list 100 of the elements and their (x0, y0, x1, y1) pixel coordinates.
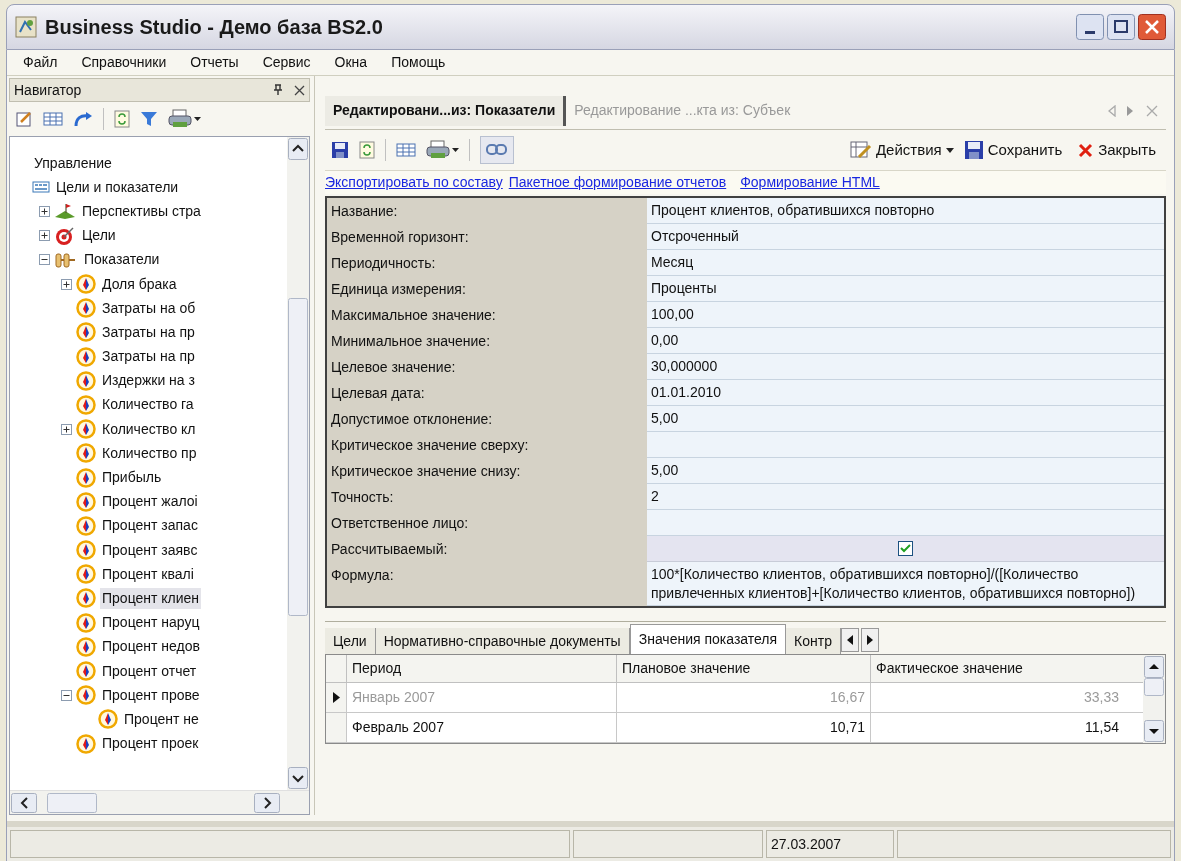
tab[interactable]: Контр (786, 628, 841, 654)
tree-item[interactable]: Доля брака (100, 273, 179, 295)
collapse-toggle[interactable] (60, 689, 72, 701)
link[interactable]: Экспортировать по составу (325, 172, 503, 193)
field-value[interactable]: 100,00 (647, 302, 1164, 328)
column-header[interactable]: Фактическое значение (870, 655, 1124, 682)
scroll-down-button[interactable] (1144, 720, 1164, 742)
save-icon[interactable] (963, 140, 984, 160)
tree-item[interactable]: Процент недов (100, 636, 202, 658)
tab[interactable]: Цели (325, 628, 376, 654)
refresh-icon[interactable] (359, 141, 375, 159)
scroll-right-button[interactable] (254, 792, 280, 813)
tree-item[interactable]: Количество кл (100, 418, 198, 440)
close-button[interactable]: Закрыть (1098, 138, 1156, 162)
caret-icon[interactable] (194, 117, 201, 121)
tree-item[interactable]: Перспективы стра (80, 200, 203, 222)
tree-item[interactable]: Управление (32, 152, 114, 174)
tree-item[interactable]: Процент клиен (100, 587, 202, 609)
field-value[interactable]: 0,00 (647, 328, 1164, 354)
edit-table-icon[interactable] (849, 140, 872, 160)
tree-item[interactable]: Процент прове (100, 684, 202, 706)
menu-item[interactable]: Сервис (262, 52, 311, 73)
scroll-up-button[interactable] (288, 138, 308, 160)
scrollbar-thumb[interactable] (1144, 678, 1164, 696)
minimize-button[interactable] (1076, 14, 1104, 40)
tree-item[interactable]: Затраты на пр (100, 321, 197, 343)
field-value[interactable]: Процент клиентов, обратившихся повторно (647, 198, 1164, 224)
link[interactable]: Формирование HTML (740, 172, 880, 193)
expand-toggle[interactable] (60, 423, 72, 435)
actions-button[interactable]: Действия (875, 138, 942, 162)
save-icon[interactable] (331, 141, 349, 159)
document-tab[interactable]: Редактировани...из: Показатели (325, 95, 567, 126)
printer-icon[interactable] (168, 109, 192, 129)
field-value[interactable]: Месяц (647, 250, 1164, 276)
field-value[interactable]: 5,00 (647, 406, 1164, 432)
redo-arrow-icon[interactable] (73, 110, 93, 128)
link[interactable]: Пакетное формирование отчетов (508, 172, 727, 193)
tree-item[interactable]: Издержки на з (100, 370, 197, 392)
checkbox[interactable] (898, 541, 913, 556)
printer-icon[interactable] (426, 140, 450, 160)
input-field[interactable] (647, 432, 1164, 458)
refresh-icon[interactable] (114, 110, 130, 128)
tree-item[interactable]: Затраты на об (100, 297, 198, 319)
scroll-left-button[interactable] (11, 792, 37, 813)
field-value[interactable]: 100*[Количество клиентов, обратившихся повторно]/([Количество привлеченных клиентов]+[Количество клиентов, обратившихся повторно]) (647, 562, 1164, 606)
tree-item[interactable]: Показатели (82, 249, 162, 271)
edit-icon[interactable] (15, 110, 33, 128)
scroll-down-button[interactable] (288, 767, 308, 789)
scroll-right-icon[interactable] (1126, 104, 1134, 117)
tab-scroll-left-button[interactable] (841, 628, 859, 652)
tree-item[interactable]: Процент жалоі (100, 491, 200, 513)
menu-item[interactable]: Справочники (81, 52, 167, 73)
field-value[interactable]: Проценты (647, 276, 1164, 302)
tree-item[interactable]: Затраты на пр (100, 346, 197, 368)
scroll-up-button[interactable] (1144, 656, 1164, 678)
link-toggle-icon[interactable] (480, 136, 514, 164)
caret-icon[interactable] (452, 148, 459, 152)
field-value[interactable]: 01.01.2010 (647, 380, 1164, 406)
field-value[interactable]: 2 (647, 484, 1164, 510)
pin-icon[interactable] (272, 84, 284, 96)
scrollbar-thumb[interactable] (47, 792, 97, 813)
column-header[interactable]: Период (346, 655, 616, 682)
menu-item[interactable]: Отчеты (190, 52, 239, 73)
close-icon[interactable] (1078, 142, 1094, 158)
close-icon[interactable] (294, 84, 305, 96)
field-value[interactable]: Отсроченный (647, 224, 1164, 250)
tree-item[interactable]: Прибыль (100, 467, 164, 489)
tree-item[interactable]: Цели и показатели (54, 176, 181, 198)
field-value[interactable]: 30,000000 (647, 354, 1164, 380)
scrollbar-thumb[interactable] (288, 298, 308, 616)
expand-toggle[interactable] (38, 230, 50, 242)
tree-item[interactable]: Процент наруц (100, 612, 202, 634)
tree-item[interactable]: Процент не (122, 708, 201, 730)
tree-item[interactable]: Процент отчет (100, 660, 199, 682)
close-button[interactable] (1138, 14, 1166, 40)
menu-item[interactable]: Помощь (391, 52, 446, 73)
expand-toggle[interactable] (38, 205, 50, 217)
tree-item[interactable]: Процент квалі (100, 563, 196, 585)
tree-item[interactable]: Процент проек (100, 733, 201, 755)
tree-item[interactable]: Количество пр (100, 442, 199, 464)
save-button[interactable]: Сохранить (987, 138, 1063, 162)
tree-item[interactable]: Процент заявс (100, 539, 200, 561)
column-header[interactable]: Плановое значение (616, 655, 870, 682)
table-icon[interactable] (43, 111, 63, 127)
filter-icon[interactable] (140, 110, 158, 128)
row-selector[interactable] (326, 683, 346, 712)
tab-scroll-right-button[interactable] (861, 628, 879, 652)
menu-item[interactable]: Файл (23, 52, 58, 73)
maximize-button[interactable] (1107, 14, 1135, 40)
caret-icon[interactable] (945, 147, 954, 153)
input-field[interactable] (647, 510, 1164, 536)
expand-toggle[interactable] (60, 278, 72, 290)
tree-item[interactable]: Количество га (100, 394, 196, 416)
collapse-toggle[interactable] (38, 254, 50, 266)
field-value[interactable]: 5,00 (647, 458, 1164, 484)
tab[interactable]: Значения показателя (629, 624, 787, 654)
tree-item[interactable]: Процент запас (100, 515, 200, 537)
menu-item[interactable]: Окна (334, 52, 368, 73)
tree-item[interactable]: Цели (80, 225, 118, 247)
table-icon[interactable] (396, 142, 416, 158)
